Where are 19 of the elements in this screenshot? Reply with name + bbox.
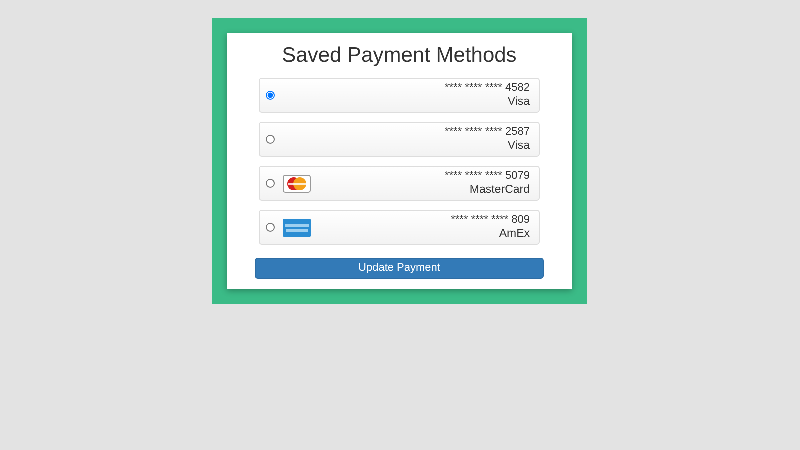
update-payment-button[interactable]: Update Payment [255,258,544,280]
card-number: **** **** **** 2587 [444,126,530,140]
mastercard-logo-icon [283,174,311,193]
radio-button[interactable] [266,135,275,144]
card-number: **** **** **** 4582 [444,82,530,96]
payment-method-option[interactable]: **** **** **** 809 AmEx [259,210,540,246]
radio-button[interactable] [266,223,275,232]
radio-button[interactable] [266,91,275,100]
radio-button[interactable] [266,179,275,188]
card-number: **** **** **** 5079 [444,170,530,184]
page-title: Saved Payment Methods [281,43,518,68]
card-brand: Visa [506,96,530,110]
card-brand: AmEx [498,228,530,242]
card-brand: Visa [506,140,530,154]
payment-method-option[interactable]: **** **** **** 5079 MasterCard [259,166,540,202]
payment-method-option[interactable]: **** **** **** 4582 Visa [259,78,540,114]
card-brand: MasterCard [468,184,530,198]
payment-method-option[interactable]: **** **** **** 2587 Visa [259,122,540,158]
card-number: **** **** **** 809 [451,214,530,228]
